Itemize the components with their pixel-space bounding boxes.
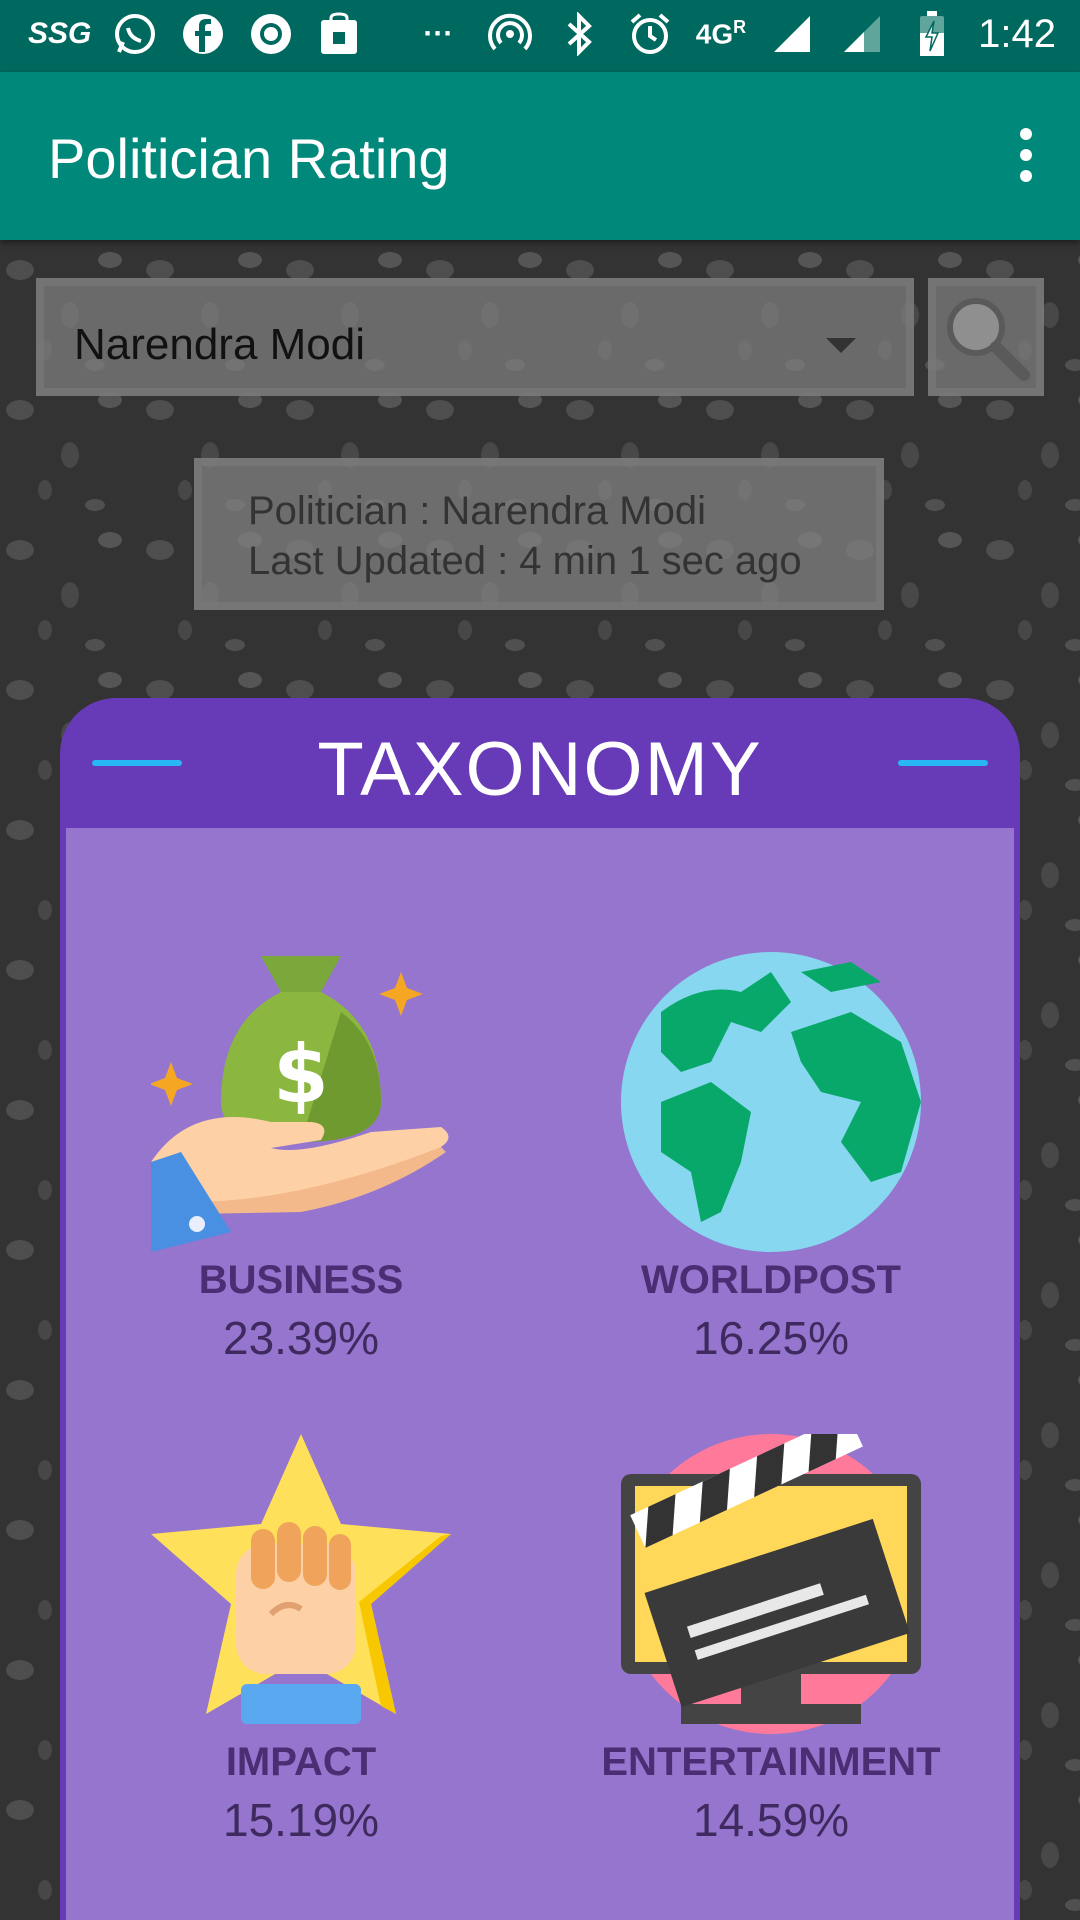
signal-weak-icon — [838, 10, 886, 58]
taxonomy-card: TAXONOMY $ BUSINESS 23.39% WORLDPOST 16.… — [60, 698, 1020, 1920]
overflow-menu-icon[interactable] — [1006, 128, 1046, 188]
category-label: WORLDPOST — [641, 1258, 901, 1302]
politician-dropdown[interactable]: Narendra Modi — [36, 278, 914, 396]
politician-name-line: Politician : Narendra Modi — [248, 489, 706, 533]
category-impact[interactable]: IMPACT 15.19% — [66, 1434, 536, 1847]
carrier-label: SSG — [28, 17, 92, 50]
category-business[interactable]: $ BUSINESS 23.39% — [66, 952, 536, 1365]
shopping-bag-icon — [315, 10, 363, 58]
signal-icon — [768, 10, 816, 58]
facebook-icon — [179, 10, 227, 58]
taxonomy-grid: $ BUSINESS 23.39% WORLDPOST 16.25% IMPAC… — [66, 828, 1014, 1920]
bluetooth-icon — [556, 10, 604, 58]
category-entertainment[interactable]: ENTERTAINMENT 14.59% — [536, 1413, 1006, 1847]
app-title: Politician Rating — [48, 127, 450, 190]
last-updated-line: Last Updated : 4 min 1 sec ago — [248, 539, 802, 583]
category-label: BUSINESS — [198, 1258, 404, 1302]
search-button[interactable] — [928, 278, 1044, 396]
taxonomy-title: TAXONOMY — [317, 727, 763, 812]
hotspot-icon — [486, 10, 534, 58]
category-percent: 23.39% — [222, 1312, 379, 1364]
search-icon — [947, 298, 1030, 381]
status-bar: SSG ··· 4GR 1:42 — [0, 0, 1080, 72]
dropdown-arrow-icon — [826, 338, 856, 353]
category-label: ENTERTAINMENT — [601, 1740, 941, 1784]
whatsapp-icon — [111, 10, 159, 58]
app-bar: Politician Rating — [0, 72, 1080, 240]
category-label: IMPACT — [225, 1740, 377, 1784]
category-percent: 14.59% — [692, 1794, 849, 1846]
dropdown-selected-value: Narendra Modi — [74, 320, 366, 369]
politician-info-box: Politician : Narendra Modi Last Updated … — [194, 458, 884, 610]
fist-star-icon — [151, 1434, 451, 1734]
taxonomy-header: TAXONOMY — [60, 698, 1020, 828]
header-accent-line-right — [898, 760, 988, 766]
network-type: 4GR — [695, 17, 747, 50]
svg-text:$: $ — [273, 1028, 329, 1121]
alarm-icon — [626, 10, 674, 58]
opera-icon — [247, 10, 295, 58]
more-notifications: ··· — [423, 17, 454, 50]
clock: 1:42 — [978, 11, 1056, 56]
money-bag-hand-icon: $ — [149, 952, 451, 1252]
clapperboard-icon — [621, 1413, 921, 1734]
category-percent: 16.25% — [692, 1312, 849, 1364]
category-worldpost[interactable]: WORLDPOST 16.25% — [536, 952, 1006, 1365]
category-percent: 15.19% — [222, 1794, 379, 1846]
globe-icon — [621, 952, 921, 1252]
battery-charging-icon — [908, 10, 956, 58]
